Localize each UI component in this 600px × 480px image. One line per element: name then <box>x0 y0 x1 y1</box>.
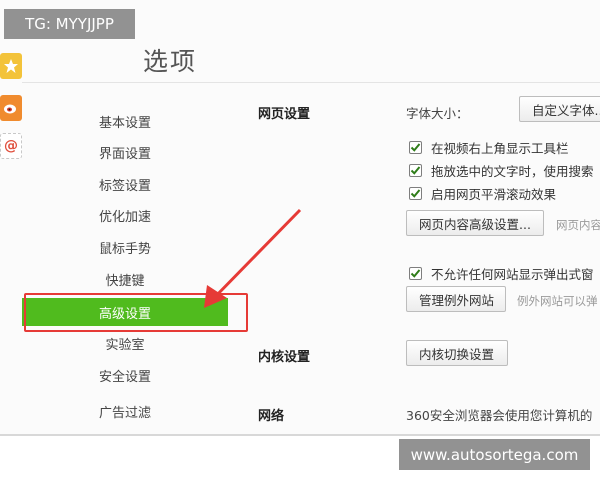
checkbox-label: 在视频右上角显示工具栏 <box>431 141 569 156</box>
email-icon[interactable]: @ <box>0 133 22 159</box>
checkmark-icon <box>410 189 421 198</box>
sidebar-item-label: 优化加速 <box>98 209 151 225</box>
section-title-webpage: 网页设置 <box>258 107 311 122</box>
manage-exceptions-button[interactable]: 管理例外网站 <box>406 286 506 312</box>
browser-sidebar-strip: @ <box>0 40 22 168</box>
checkbox-video-toolbar[interactable]: 在视频右上角显示工具栏 <box>409 138 569 157</box>
sidebar-item-security[interactable]: 安全设置 <box>22 361 228 389</box>
webpage-advanced-button[interactable]: 网页内容高级设置... <box>406 210 544 236</box>
section-title-network: 网络 <box>258 409 285 424</box>
highlight-frame <box>24 293 248 332</box>
checkmark-icon <box>410 143 421 152</box>
settings-content: 网页设置 字体大小： 自定义字体... 在视频右上角显示工具栏 拖放选中的文字时… <box>228 83 600 436</box>
network-description: 360安全浏览器会使用您计算机的 <box>406 408 593 423</box>
sidebar-item-basic[interactable]: 基本设置 <box>22 107 228 135</box>
exceptions-hint: 例外网站可以弹 <box>517 294 598 308</box>
section-title-kernel: 内核设置 <box>258 350 311 365</box>
sidebar-item-mouse-gestures[interactable]: 鼠标手势 <box>22 233 228 261</box>
checkbox-smooth-scroll[interactable]: 启用网页平滑滚动效果 <box>409 184 556 203</box>
sidebar-item-shortcuts[interactable]: 快捷键 <box>22 265 228 293</box>
watermark-top: TG: MYYJJPP <box>4 9 135 39</box>
sidebar-item-adblock[interactable]: 广告过滤 <box>22 397 228 425</box>
page-title: 选项 <box>143 47 198 76</box>
bottom-divider <box>0 434 600 436</box>
sidebar-item-label: 实验室 <box>105 337 145 353</box>
options-window: @ 选项 基本设置 界面设置 标签设置 优化加速 鼠标手势 快捷键 高级设置 实… <box>0 0 600 436</box>
sidebar-item-interface[interactable]: 界面设置 <box>22 138 228 166</box>
checkbox[interactable] <box>409 267 422 280</box>
checkbox-label: 拖放选中的文字时，使用搜索 <box>431 164 594 179</box>
checkbox[interactable] <box>409 164 422 177</box>
sidebar-item-optimize[interactable]: 优化加速 <box>22 201 228 229</box>
sidebar-item-label: 快捷键 <box>105 273 145 289</box>
options-sidebar: 基本设置 界面设置 标签设置 优化加速 鼠标手势 快捷键 高级设置 实验室 安全… <box>22 83 228 436</box>
sidebar-item-lab[interactable]: 实验室 <box>22 329 228 357</box>
checkbox-drag-search[interactable]: 拖放选中的文字时，使用搜索 <box>409 161 594 180</box>
kernel-switch-button[interactable]: 内核切换设置 <box>406 340 508 366</box>
sidebar-item-label: 广告过滤 <box>98 405 151 421</box>
checkbox[interactable] <box>409 141 422 154</box>
checkmark-icon <box>410 166 421 175</box>
sidebar-item-tabs[interactable]: 标签设置 <box>22 170 228 198</box>
custom-font-button[interactable]: 自定义字体... <box>519 96 600 122</box>
sidebar-item-label: 鼠标手势 <box>98 241 151 257</box>
checkbox-block-popups[interactable]: 不允许任何网站显示弹出式窗 <box>409 264 594 283</box>
sidebar-item-label: 安全设置 <box>98 369 151 385</box>
checkbox-label: 启用网页平滑滚动效果 <box>431 187 557 202</box>
checkmark-icon <box>410 269 421 278</box>
sidebar-item-label: 基本设置 <box>98 115 151 131</box>
checkbox[interactable] <box>409 187 422 200</box>
weibo-icon[interactable] <box>0 95 22 121</box>
advanced-hint: 网页内容 <box>556 218 600 232</box>
font-size-label: 字体大小： <box>406 106 469 121</box>
star-icon[interactable] <box>0 53 22 79</box>
sidebar-item-label: 标签设置 <box>98 178 151 194</box>
watermark-bottom: www.autosortega.com <box>399 439 590 470</box>
checkbox-label: 不允许任何网站显示弹出式窗 <box>431 267 594 282</box>
sidebar-item-label: 界面设置 <box>98 146 151 162</box>
